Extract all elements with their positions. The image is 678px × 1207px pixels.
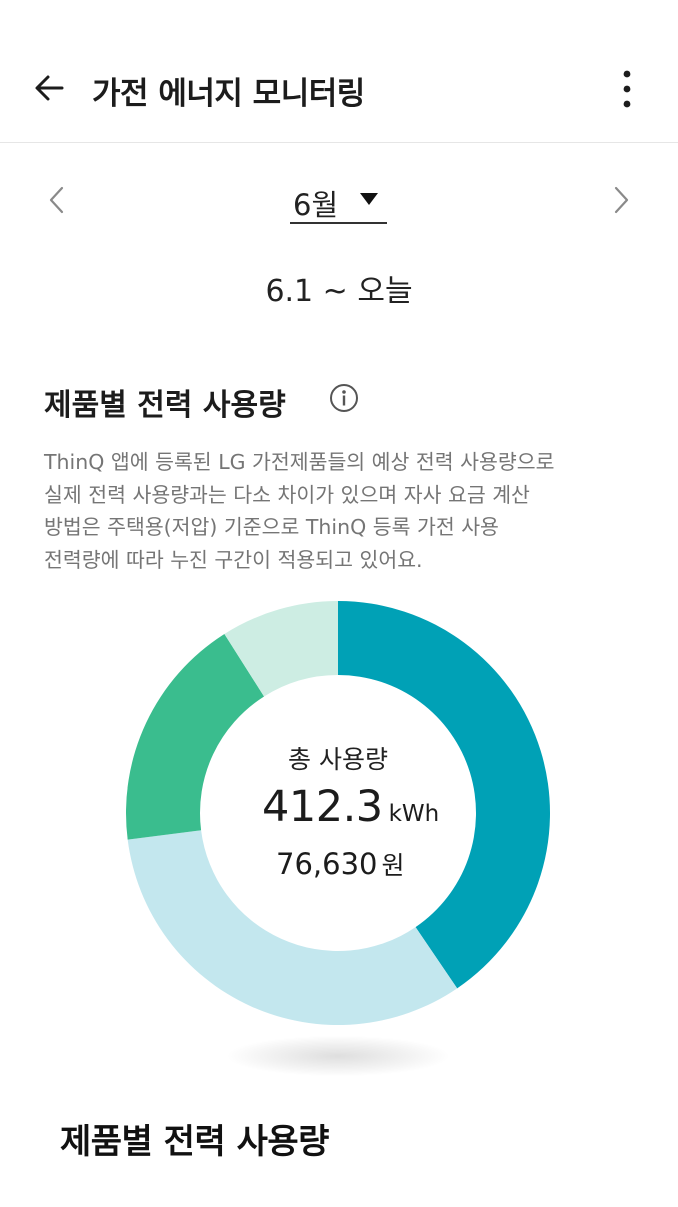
description-line: 전력량에 따라 누진 구간이 적용되고 있어요. bbox=[44, 547, 423, 572]
section-title: 제품별 전력 사용량 bbox=[44, 388, 286, 423]
page-title: 가전 에너지 모니터링 bbox=[92, 76, 365, 112]
donut-segment-3[interactable] bbox=[126, 634, 265, 840]
arrow-left-icon bbox=[35, 75, 64, 101]
usage-unit: kWh bbox=[388, 801, 440, 827]
chart-shadow bbox=[228, 1036, 448, 1076]
prev-month-button[interactable] bbox=[38, 178, 78, 222]
info-circle-icon bbox=[330, 384, 358, 412]
section-description: ThinQ 앱에 등록된 LG 가전제품들의 예상 전력 사용량으로 실제 전력… bbox=[44, 446, 644, 576]
description-line: ThinQ 앱에 등록된 LG 가전제품들의 예상 전력 사용량으로 bbox=[44, 450, 555, 474]
caption-text: 제품별 전력 사용량 bbox=[60, 1122, 329, 1162]
back-button[interactable] bbox=[28, 66, 72, 110]
app-bar: 가전 에너지 모니터링 bbox=[0, 0, 678, 143]
chevron-right-icon bbox=[614, 186, 629, 214]
cost-unit: 원 bbox=[381, 851, 405, 880]
description-line: 실제 전력 사용량과는 다소 차이가 있으며 자사 요금 계산 bbox=[44, 482, 530, 507]
info-button[interactable] bbox=[328, 382, 360, 414]
total-cost-value: 76,630 원 bbox=[276, 846, 405, 882]
cost-number: 76,630 bbox=[276, 847, 378, 881]
description-line: 방법은 주택용(저압) 기준으로 ThinQ 등록 가전 사용 bbox=[44, 515, 499, 539]
chevron-left-icon bbox=[49, 186, 64, 214]
total-usage-label: 총 사용량 bbox=[288, 745, 388, 774]
triangle-down-icon bbox=[360, 193, 378, 205]
next-month-button[interactable] bbox=[600, 178, 640, 222]
month-dropdown[interactable]: 6월 bbox=[290, 176, 387, 224]
total-usage-value: 412.3 kWh bbox=[262, 782, 439, 832]
more-options-button[interactable] bbox=[610, 66, 644, 112]
month-label: 6월 bbox=[293, 188, 339, 222]
more-vertical-icon bbox=[623, 70, 631, 108]
date-range-label: 6.1 ~ 오늘 bbox=[265, 274, 413, 309]
usage-number: 412.3 bbox=[262, 782, 383, 832]
